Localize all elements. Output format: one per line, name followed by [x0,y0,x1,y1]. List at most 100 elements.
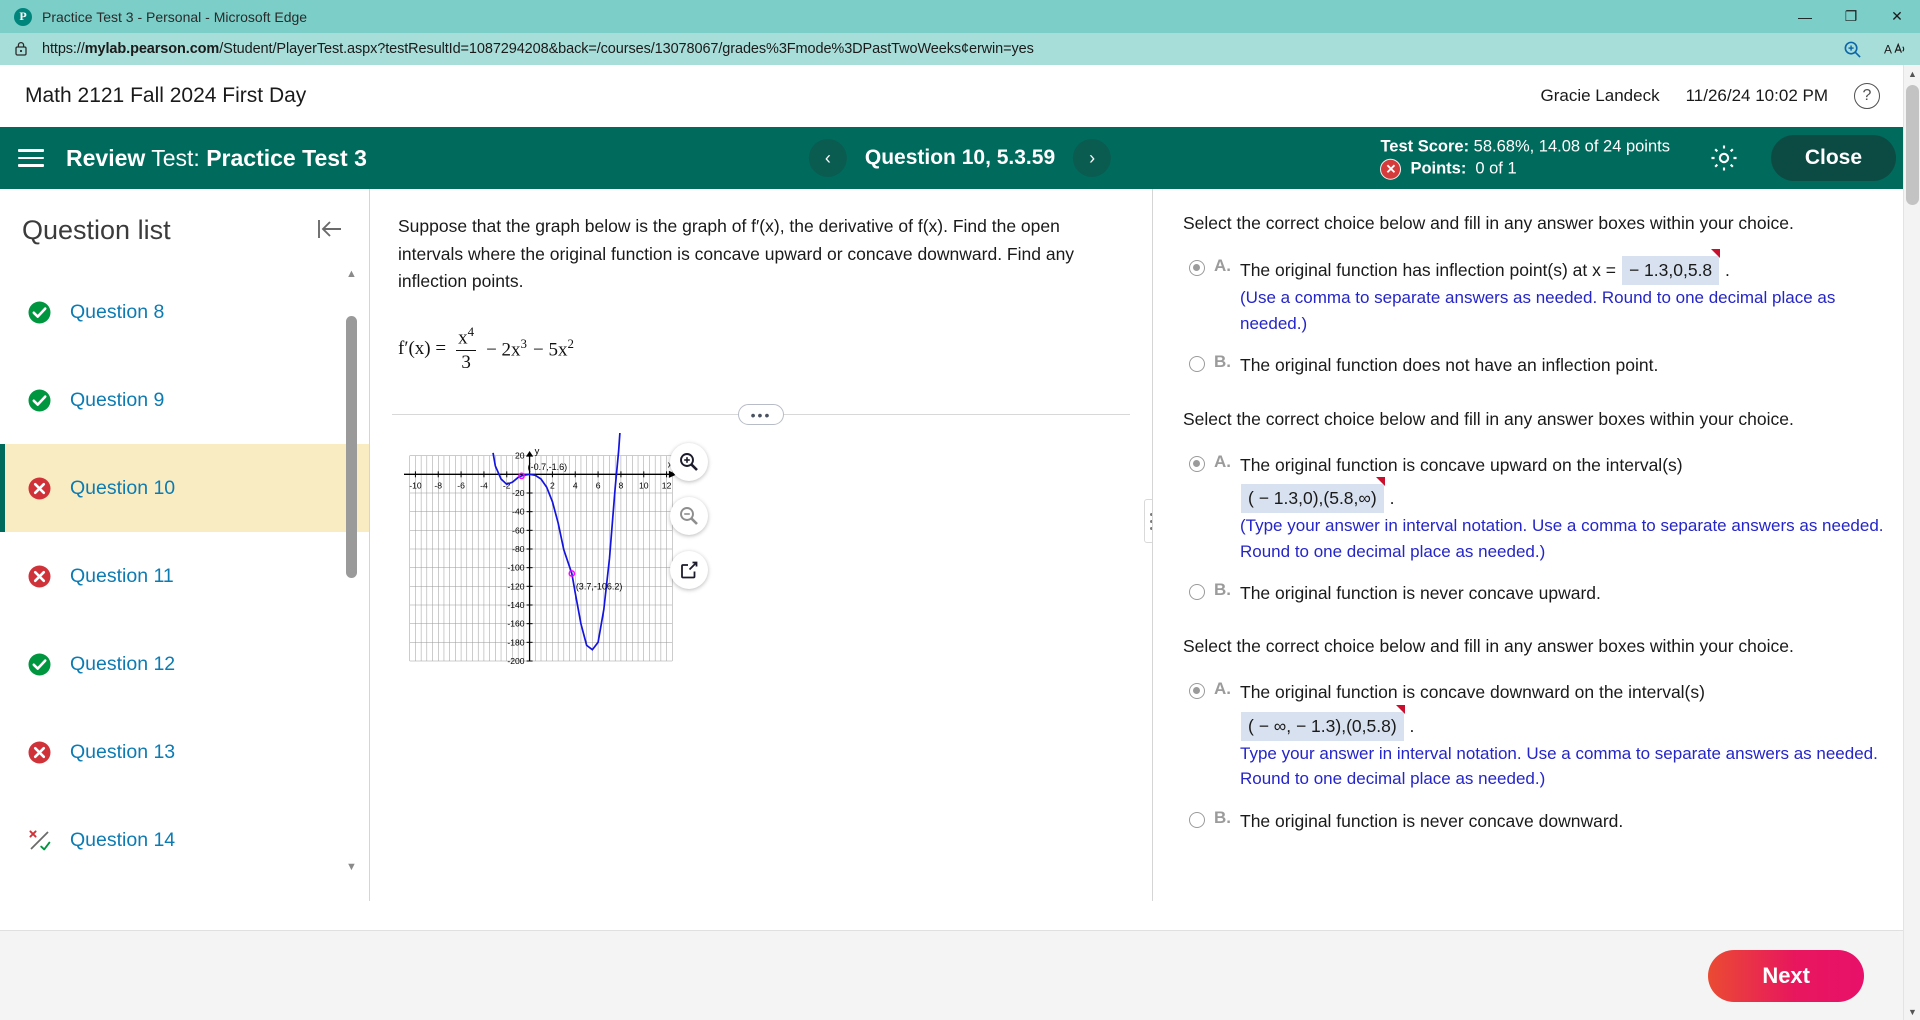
svg-text:20: 20 [515,451,525,461]
zoom-in-icon[interactable] [670,443,708,482]
radio-button[interactable] [1189,683,1205,700]
choice-letter: B. [1214,807,1231,827]
question-list-item-5[interactable]: Question 12 [0,620,369,708]
svg-text:-160: -160 [507,619,524,629]
radio-button[interactable] [1189,584,1205,600]
close-window-button[interactable]: ✕ [1874,0,1920,33]
partial-credit-icon [27,828,52,853]
help-icon[interactable]: ? [1854,83,1880,109]
derivative-graph[interactable]: -10 -8 -6 -4 -2 2 4 6 8 10 1220-20-40-60-80-100-12… [398,433,688,683]
svg-text:-60: -60 [512,526,525,536]
question-list-item-6[interactable]: Question 13 [0,708,369,796]
incorrect-x-icon [27,476,52,501]
choice-body: The original function is never concave d… [1240,808,1623,834]
next-question-button[interactable]: › [1073,139,1112,177]
term3-base: − 5x [532,339,568,361]
window-controls: — ❐ ✕ [1782,0,1920,33]
answer-choice-3-b[interactable]: B. The original function is never concave… [1183,808,1884,834]
hamburger-menu-icon[interactable] [18,149,44,167]
svg-text:-140: -140 [507,600,524,610]
answer-input-box[interactable]: ( − 1.3,0),(5.8,∞) [1241,476,1385,513]
answer-group-spacer [1183,622,1884,636]
radio-button[interactable] [1189,260,1205,276]
zoom-icon[interactable] [1843,40,1862,59]
page-scroll-down-icon[interactable]: ▼ [1904,1003,1920,1020]
answer-prompt-2: Select the correct choice below and fill… [1183,408,1794,429]
fraction-denominator: 3 [456,350,476,374]
question-list-item-3[interactable]: Question 10 [0,444,369,532]
radio-button[interactable] [1189,356,1205,373]
graph-gridlines [409,455,673,662]
graph-tool-buttons [670,443,708,590]
page-scrollbar[interactable]: ▲ ▼ [1903,65,1920,1020]
next-button[interactable]: Next [1708,949,1864,1002]
svg-text:-10: -10 [409,481,422,491]
formula-term2: − 2x3 [486,336,527,361]
choice-letter: B. [1214,580,1231,599]
pearson-favicon-icon: P [14,7,32,26]
question-formula: f′(x) = x4 3 − 2x3 − 5x2 [370,296,1152,374]
question-list-item-label: Question 8 [70,300,165,323]
url-text[interactable]: https://mylab.pearson.com/Student/Player… [42,41,1034,57]
scroll-up-arrow-icon[interactable]: ▲ [346,268,357,280]
answer-choice-2-b[interactable]: B. The original function is never concave… [1183,580,1884,606]
question-list-item-1[interactable]: Question 8 [0,268,369,356]
browser-tab-title[interactable]: Practice Test 3 - Personal - Microsoft E… [42,9,307,25]
choice-text: The original function is never concave u… [1240,583,1601,603]
answer-input-box[interactable]: − 1.3,0,5.8 [1621,248,1721,286]
site-info-lock-icon[interactable] [12,40,30,58]
scrollbar-thumb[interactable] [346,316,357,578]
answer-hint: (Use a comma to separate answers as need… [1240,288,1836,333]
question-list-item-label: Question 9 [70,388,165,411]
question-list-header: Question list [0,189,369,268]
question-list-item-2[interactable]: Question 9 [0,356,369,444]
answer-choice-3-a[interactable]: A. The original function is concave downw… [1183,679,1884,792]
answer-line: ( − ∞, − 1.3),(0,5.8) . [1240,704,1884,741]
browser-address-bar[interactable]: https://mylab.pearson.com/Student/Player… [0,33,1920,65]
scroll-down-arrow-icon[interactable]: ▼ [346,861,357,873]
answer-choice-1-a[interactable]: A. The original function has inflection p… [1183,248,1884,336]
read-aloud-icon[interactable]: A [1884,40,1906,58]
test-score-value: 58.68%, 14.08 of 24 points [1473,137,1670,156]
formula-fraction: x4 3 [453,324,479,374]
browser-titlebar: P Practice Test 3 - Personal - Microsoft… [0,0,1920,33]
answer-group-spacer [1183,395,1884,409]
page-scroll-thumb[interactable] [1906,85,1919,205]
expand-options-button[interactable]: ••• [738,404,784,426]
answer-choice-1-b[interactable]: B. The original function does not have an… [1183,352,1884,378]
gear-icon[interactable] [1708,142,1740,174]
question-list-item-7[interactable]: Question 14 [0,796,369,884]
open-in-new-window-icon[interactable] [670,551,708,590]
question-list-item-4[interactable]: Question 11 [0,532,369,620]
answer-suffix: . [1384,487,1395,508]
choice-letter: A. [1214,451,1231,471]
footer-bar: Next [0,930,1920,1020]
choice-text: The original function is concave downwar… [1240,682,1705,703]
previous-question-button[interactable]: ‹ [808,139,847,177]
review-word: Review [66,144,146,171]
current-question-title: Question 10, 5.3.59 [864,146,1056,169]
zoom-out-icon[interactable] [670,497,708,536]
panel-resize-handle[interactable] [1144,499,1152,543]
score-summary: Test Score: 58.68%, 14.08 of 24 points ✕… [1380,136,1670,181]
answer-choice-2-a[interactable]: A. The original function is concave upwar… [1183,452,1884,565]
question-panel: Suppose that the graph below is the grap… [370,189,1152,901]
question-list-scrollbar[interactable]: ▲ ▼ [346,268,357,873]
collapse-panel-icon[interactable] [315,216,345,246]
page-scroll-up-icon[interactable]: ▲ [1904,65,1920,82]
answer-prompt-3: Select the correct choice below and fill… [1183,636,1794,657]
radio-button[interactable] [1189,811,1205,828]
radio-button[interactable] [1189,455,1205,472]
svg-text:-80: -80 [512,544,525,554]
test-score-line: Test Score: 58.68%, 14.08 of 24 points [1380,136,1670,158]
answer-panel: Select the correct choice below and fill… [1152,189,1920,901]
answer-suffix: . [1720,260,1730,280]
close-test-button[interactable]: Close [1770,135,1896,181]
minimize-button[interactable]: — [1782,0,1828,33]
svg-text:-180: -180 [507,638,524,648]
svg-text:-200: -200 [507,656,524,666]
choice-text: The original function has inflection poi… [1240,260,1616,280]
answer-input-box[interactable]: ( − ∞, − 1.3),(0,5.8) [1241,704,1405,741]
maximize-button[interactable]: ❐ [1828,0,1874,33]
scrollbar-track[interactable] [346,284,357,857]
